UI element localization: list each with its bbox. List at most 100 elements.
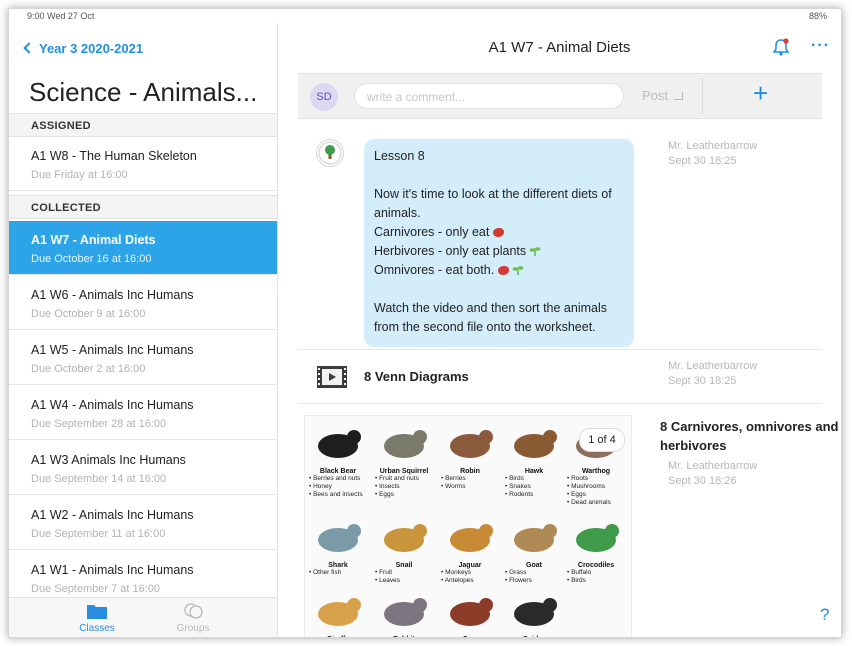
animal-diet: • Other fish <box>309 569 342 576</box>
animal-picture-icon <box>514 598 557 626</box>
post-document: Black Bear • Berries and nuts • Honey • B… <box>298 403 838 637</box>
assignment-item[interactable]: A1 W2 - Animals Inc Humans Due September… <box>9 496 277 550</box>
animal-picture-icon <box>450 430 493 458</box>
animal-tile: Snail • Fruit • Leaves <box>375 514 439 585</box>
post-time: Sept 30 18:25 <box>668 375 737 387</box>
post-meta: Mr. Leatherbarrow Sept 30 18:26 <box>668 459 757 489</box>
add-attachment-button[interactable]: + <box>753 78 768 109</box>
animal-tile: Cow <box>441 588 505 637</box>
animal-picture-icon <box>318 598 361 626</box>
main-panel: A1 W7 - Animal Diets ··· SD write a comm… <box>278 23 841 637</box>
assignment-title: A1 W8 - The Human Skeleton <box>31 149 197 163</box>
assignment-item[interactable]: A1 W4 - Animals Inc Humans Due September… <box>9 386 277 440</box>
sidebar: Year 3 2020-2021 Science - Animals... AS… <box>9 23 278 637</box>
worksheet-preview[interactable]: Black Bear • Berries and nuts • Honey • B… <box>304 415 632 637</box>
animal-name: Crocodiles <box>577 562 615 569</box>
assignment-title: A1 W5 - Animals Inc Humans <box>31 343 194 357</box>
assignment-item-selected[interactable]: A1 W7 - Animal Diets Due October 16 at 1… <box>9 221 277 275</box>
post-label: Post <box>642 88 669 103</box>
assignment-due: Due Friday at 16:00 <box>31 169 128 181</box>
back-label: Year 3 2020-2021 <box>39 41 144 56</box>
animal-tile: Spider <box>505 588 569 637</box>
post-video[interactable]: 8 Venn Diagrams Mr. Leatherbarrow Sept 3… <box>298 349 822 404</box>
animal-picture-icon <box>576 524 619 552</box>
avatar: SD <box>310 83 338 111</box>
assignment-due: Due September 28 at 16:00 <box>31 418 167 430</box>
school-logo-icon <box>316 139 344 167</box>
animal-diet: • Fruit and nuts • Insects • Eggs <box>375 475 419 498</box>
animal-tile: Goat • Grass • Flowers <box>505 514 569 585</box>
assignment-item[interactable]: A1 W6 - Animals Inc Humans Due October 9… <box>9 276 277 330</box>
document-title: 8 Carnivores, omnivores and herbivores <box>660 419 839 453</box>
animal-name: Hawk <box>524 468 544 475</box>
bell-icon[interactable] <box>773 38 789 56</box>
animal-name: Robin <box>460 468 480 475</box>
animal-picture-icon <box>514 430 557 458</box>
divider <box>702 78 703 114</box>
post-time: Sept 30 18:25 <box>668 155 737 167</box>
message-bubble: Lesson 8 Now it's time to look at the di… <box>364 139 634 347</box>
page-title: A1 W7 - Animal Diets <box>488 39 631 56</box>
animal-name: Snail <box>395 562 413 569</box>
chat-bubbles-icon <box>184 603 203 619</box>
status-time: 9:00 Wed 27 Oct <box>27 11 95 21</box>
video-title: 8 Venn Diagrams <box>364 369 469 384</box>
chevron-left-icon <box>23 42 35 54</box>
animal-tile: Urban Squirrel • Fruit and nuts • Insects… <box>375 420 439 499</box>
seedling-emoji-icon <box>512 266 524 275</box>
tab-classes[interactable]: Classes <box>67 602 127 634</box>
animal-picture-icon <box>450 598 493 626</box>
animal-tile: Crocodiles • Buffalo • Birds <box>567 514 631 585</box>
post-meta: Mr. Leatherbarrow Sept 30 18:25 <box>668 359 757 389</box>
animal-name: Warthog <box>581 468 611 475</box>
tab-label: Classes <box>79 623 115 634</box>
assignment-due: Due October 16 at 16:00 <box>31 253 152 265</box>
class-title: Science - Animals... <box>29 77 258 107</box>
animal-picture-icon <box>384 598 427 626</box>
animal-picture-icon <box>318 524 361 552</box>
animal-diet: • Grass • Flowers <box>505 569 532 584</box>
comment-bar: SD write a comment... Post + <box>298 73 822 119</box>
back-button[interactable]: Year 3 2020-2021 <box>23 41 144 56</box>
comment-input[interactable]: write a comment... <box>354 83 624 109</box>
assignment-title: A1 W6 - Animals Inc Humans <box>31 288 194 302</box>
assignment-due: Due September 11 at 16:00 <box>31 528 166 540</box>
message-line: Omnivores - eat both. <box>374 263 495 277</box>
assignment-title: A1 W1 - Animals Inc Humans <box>31 563 194 577</box>
message-line: Carnivores - only eat <box>374 225 490 239</box>
post-author: Mr. Leatherbarrow <box>668 140 758 152</box>
animal-picture-icon <box>450 524 493 552</box>
help-button[interactable]: ? <box>820 605 829 625</box>
assignment-item[interactable]: A1 W5 - Animals Inc Humans Due October 2… <box>9 331 277 385</box>
status-bar: 9:00 Wed 27 Oct 88% <box>9 9 841 23</box>
animal-name: Urban Squirrel <box>379 468 429 475</box>
assignment-title: A1 W4 - Animals Inc Humans <box>31 398 194 412</box>
message-line: Lesson 8 <box>374 149 425 163</box>
animal-tile: Rabbit <box>375 588 439 637</box>
animal-name: Spider <box>505 636 563 637</box>
post-button[interactable]: Post <box>642 88 684 103</box>
meat-emoji-icon <box>498 266 510 275</box>
animal-name: Rabbit <box>375 636 433 637</box>
post-author: Mr. Leatherbarrow <box>668 360 758 372</box>
more-options-icon[interactable]: ··· <box>811 37 830 55</box>
animal-tile: Robin • Berries • Worms <box>441 420 505 491</box>
message-line: Watch the video and then sort the animal… <box>374 301 608 334</box>
tab-groups[interactable]: Groups <box>163 602 223 634</box>
animal-diet: • Roots • Mushrooms • Eggs • Dead animal… <box>567 475 611 506</box>
tab-bar: Classes Groups <box>9 597 277 637</box>
message-line: Now it's time to look at the different d… <box>374 187 612 220</box>
animal-diet: • Fruit • Leaves <box>375 569 401 584</box>
send-arrow-icon <box>674 92 684 100</box>
animal-name: Giraffe <box>309 636 367 637</box>
folder-icon <box>87 605 107 619</box>
animal-diet: • Buffalo • Birds <box>567 569 592 584</box>
assignment-item[interactable]: A1 W8 - The Human Skeleton Due Friday at… <box>9 137 277 191</box>
assignment-due: Due October 2 at 16:00 <box>31 363 146 375</box>
app-window: 9:00 Wed 27 Oct 88% Year 3 2020-2021 Sci… <box>8 8 842 638</box>
assignment-item[interactable]: A1 W3 Animals Inc Humans Due September 1… <box>9 441 277 495</box>
animal-diet: • Berries and nuts • Honey • Bees and in… <box>309 475 363 498</box>
assignment-due: Due September 14 at 16:00 <box>31 473 167 485</box>
assignment-title: A1 W2 - Animals Inc Humans <box>31 508 194 522</box>
section-header-collected: COLLECTED <box>9 195 277 219</box>
